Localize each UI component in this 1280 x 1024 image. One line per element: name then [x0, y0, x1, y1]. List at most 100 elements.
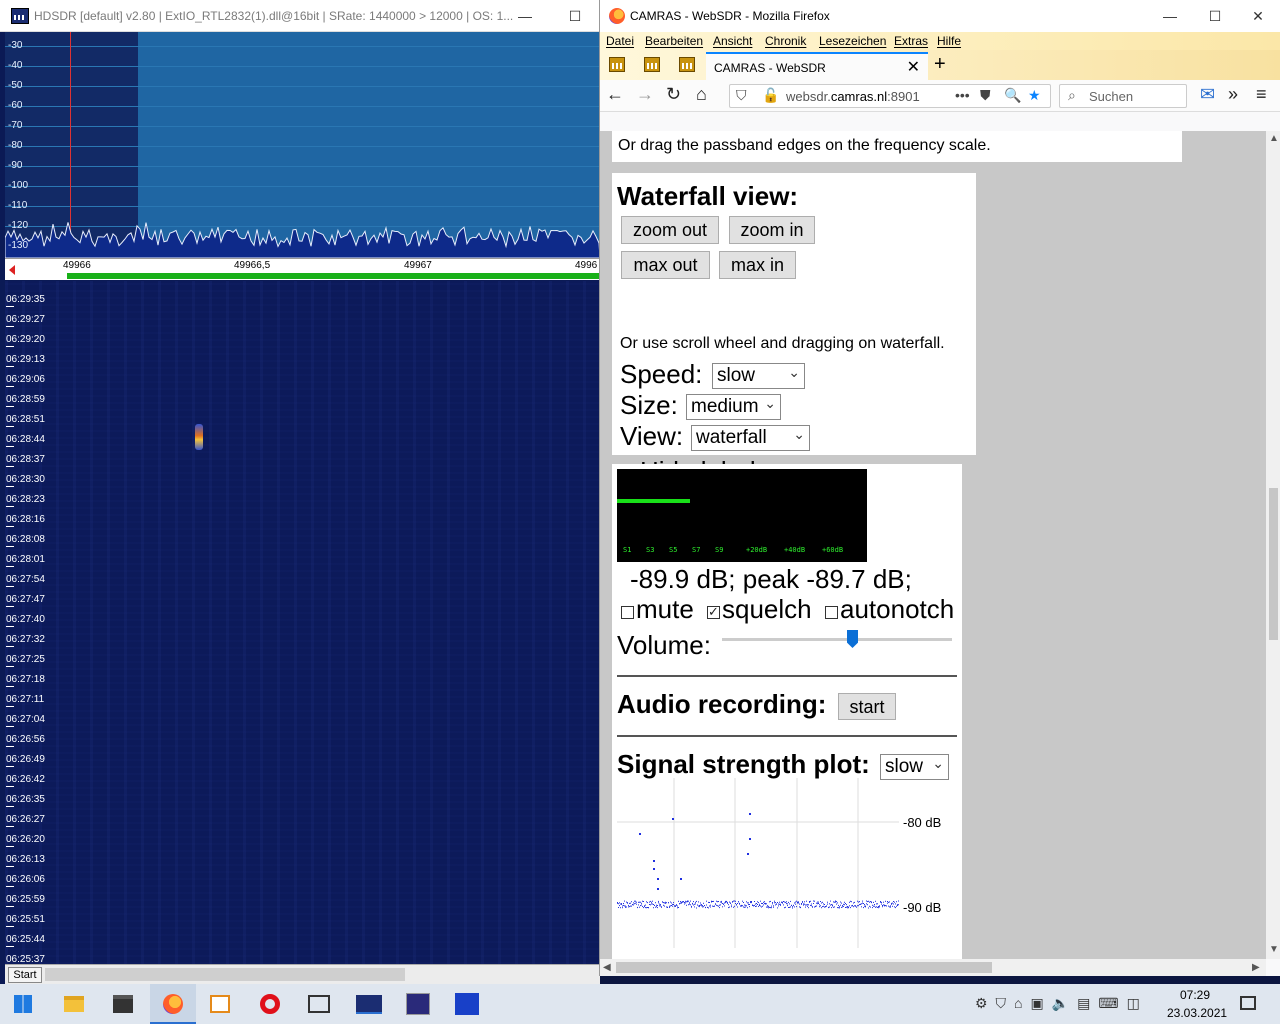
pinned-tab-icon[interactable] [609, 57, 625, 72]
notification-icon[interactable] [1240, 996, 1256, 1010]
menu-ansicht[interactable]: Ansicht [713, 34, 752, 48]
url-text[interactable]: websdr.camras.nl:8901 [786, 89, 920, 104]
new-tab-plus-icon[interactable]: + [934, 53, 946, 76]
time-label: 06:26:06 [6, 874, 45, 887]
plot-point [658, 902, 659, 904]
radio-app-icon[interactable] [406, 993, 430, 1015]
screen-capture-icon[interactable] [308, 995, 330, 1013]
scroll-right-arrow-icon[interactable]: ▶ [1252, 962, 1260, 973]
view-select[interactable]: waterfall [691, 422, 810, 451]
audio-start-button[interactable]: start [838, 693, 896, 720]
hdsdr-title-bar[interactable]: HDSDR [default] v2.80 | ExtIO_RTL2832(1)… [0, 0, 600, 32]
maximize-button[interactable]: ☐ [555, 4, 595, 28]
scroll-left-arrow-icon[interactable] [9, 265, 15, 275]
reload-icon[interactable]: ↻ [666, 84, 681, 105]
menu-bearbeiten[interactable]: Bearbeiten [645, 34, 703, 48]
store-icon[interactable] [113, 995, 133, 1013]
clock-date[interactable]: 23.03.2021 [1167, 1006, 1227, 1020]
back-arrow-icon[interactable]: ← [606, 84, 624, 105]
mute-checkbox[interactable] [621, 606, 634, 619]
plot-point [832, 905, 833, 907]
horizontal-scrollbar[interactable]: ◀ ▶ [600, 959, 1266, 976]
minimize-button[interactable]: — [1150, 4, 1190, 28]
volume-slider-thumb[interactable] [847, 630, 858, 648]
vertical-scrollbar-thumb[interactable] [1269, 488, 1278, 640]
overflow-chevron-icon[interactable]: » [1228, 84, 1238, 105]
media-player-icon[interactable] [210, 995, 230, 1013]
zoom-icon[interactable]: 🔍 [1004, 87, 1021, 104]
close-button[interactable]: ✕ [1238, 4, 1278, 28]
plot-point [877, 903, 878, 905]
search-bar[interactable]: ⌕ Suchen [1059, 84, 1187, 108]
hdsdr-taskbar-icon[interactable] [356, 995, 382, 1014]
pocket-icon[interactable]: ⛊ [980, 87, 991, 104]
squelch-label: squelch [722, 594, 812, 624]
plot-point [772, 902, 773, 904]
bookmark-star-icon[interactable]: ★ [1028, 87, 1041, 104]
zoom-in-button[interactable]: zoom in [729, 216, 815, 244]
scroll-down-arrow-icon[interactable]: ▼ [1269, 944, 1279, 955]
size-select[interactable]: medium [686, 391, 781, 420]
plot-point [870, 906, 871, 908]
menu-datei[interactable]: Datei [606, 34, 634, 48]
plot-point [718, 901, 719, 902]
plot-point [758, 902, 759, 904]
clock-time[interactable]: 07:29 [1180, 988, 1210, 1002]
menu-hilfe[interactable]: Hilfe [937, 34, 961, 48]
sdr-app-icon[interactable] [455, 993, 479, 1015]
vertical-scrollbar[interactable]: ▲ ▼ [1266, 131, 1280, 959]
squelch-checkbox[interactable] [707, 604, 720, 620]
plot-point [685, 902, 686, 904]
scroll-left-arrow-icon[interactable]: ◀ [603, 962, 611, 973]
forward-arrow-icon[interactable]: → [636, 84, 654, 105]
pinned-tab-icon[interactable] [644, 57, 660, 72]
opera-icon[interactable] [260, 994, 280, 1014]
max-in-button[interactable]: max in [719, 251, 796, 279]
horizontal-scrollbar-thumb[interactable] [45, 968, 405, 981]
speed-select[interactable]: slow [712, 360, 805, 389]
volume-slider[interactable] [722, 638, 952, 641]
plot-point [709, 905, 710, 907]
signal-plot-speed-select[interactable]: slow [880, 751, 949, 780]
waterfall-heading: Waterfall view: [617, 181, 799, 211]
shield-icon[interactable]: ⛉ [736, 87, 747, 104]
plot-point [727, 902, 728, 904]
waterfall-view-panel: Waterfall view: zoom out zoom in max out… [612, 173, 976, 486]
plot-point [710, 904, 711, 906]
scroll-up-arrow-icon[interactable]: ▲ [1269, 133, 1279, 144]
menu-lesezeichen[interactable]: Lesezeichen [819, 34, 886, 48]
firefox-taskbar-icon[interactable] [150, 984, 196, 1024]
spectrum-display[interactable]: -30 -40 -50 -60 -70 -80 -90 -100 -110 -1… [5, 32, 600, 258]
tray-icons[interactable]: ⚙⛉⌂▣🔈▤⌨◫ [975, 995, 1148, 1012]
pinned-tab-icon[interactable] [679, 57, 695, 72]
plot-point [890, 906, 891, 908]
windows-start-icon[interactable] [14, 995, 32, 1013]
mail-extension-icon[interactable]: ✉ [1200, 84, 1215, 105]
minimize-button[interactable]: — [505, 4, 545, 28]
home-icon[interactable]: ⌂ [696, 84, 707, 105]
file-explorer-icon[interactable] [64, 996, 84, 1012]
freq-label: 49966 [63, 260, 91, 271]
hamburger-menu-icon[interactable]: ≡ [1256, 84, 1267, 105]
frequency-scale[interactable]: 49966 49966,5 49967 4996 [5, 258, 600, 280]
plot-point [805, 904, 806, 906]
url-bar[interactable]: ⛉ 🔓 websdr.camras.nl:8901 ••• ⛊ 🔍 ★ [729, 84, 1051, 108]
firefox-title-bar[interactable]: CAMRAS - WebSDR - Mozilla Firefox — ☐ ✕ [600, 0, 1280, 32]
zoom-out-button[interactable]: zoom out [621, 216, 719, 244]
max-out-button[interactable]: max out [621, 251, 710, 279]
menu-chronik[interactable]: Chronik [765, 34, 806, 48]
waterfall-display[interactable]: 06:29:35 06:29:27 06:29:20 06:29:13 06:29:06… [5, 281, 600, 964]
insecure-lock-icon[interactable]: 🔓 [762, 87, 779, 104]
plot-point [803, 904, 804, 906]
menu-extras[interactable]: Extras [894, 34, 928, 48]
maximize-button[interactable]: ☐ [1195, 4, 1235, 28]
tab-strip: CAMRAS - WebSDR ✕ + [600, 50, 1280, 80]
plot-point [648, 907, 649, 909]
autonotch-checkbox[interactable] [825, 606, 838, 619]
start-button[interactable]: Start [8, 967, 42, 983]
horizontal-scrollbar-thumb[interactable] [616, 962, 992, 973]
db-label: -70 [8, 120, 23, 131]
page-actions-icon[interactable]: ••• [955, 87, 970, 103]
tab-close-icon[interactable]: ✕ [907, 57, 920, 77]
tab-camras-websdr[interactable]: CAMRAS - WebSDR ✕ [706, 52, 928, 80]
